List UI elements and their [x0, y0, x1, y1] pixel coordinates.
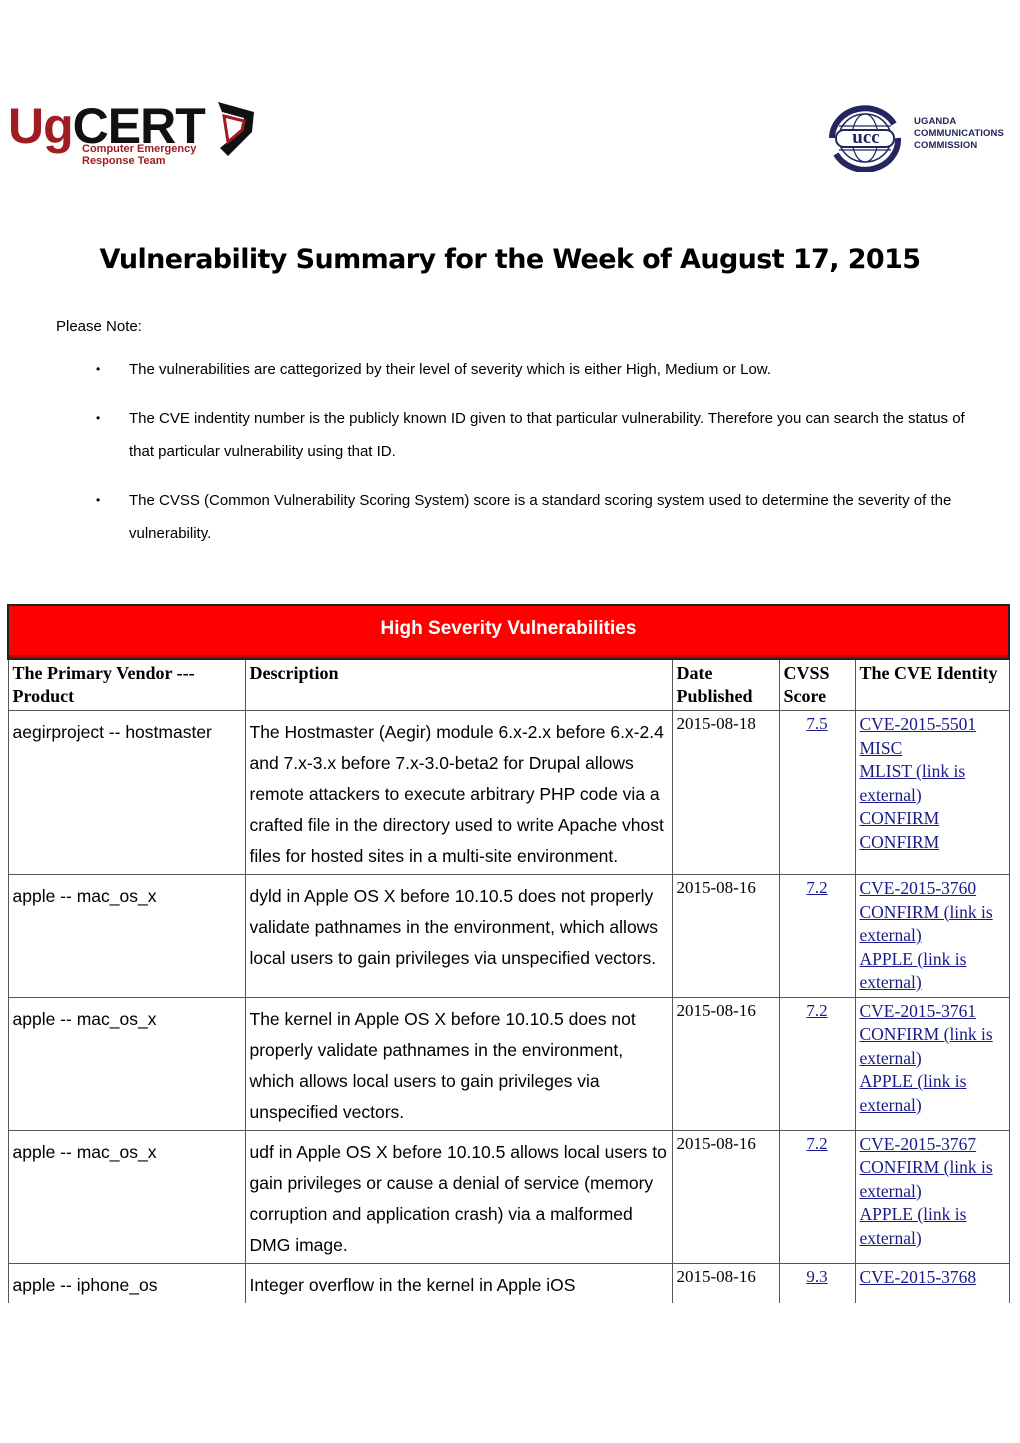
column-header-date: Date Published: [671, 658, 780, 711]
column-header-row: The Primary Vendor --- Product Descripti…: [7, 658, 1010, 711]
vendor-product: apple -- mac_os_x: [7, 1129, 246, 1264]
column-header-vendor: The Primary Vendor --- Product: [7, 658, 246, 711]
page-title: Vulnerability Summary for the Week of Au…: [99, 244, 922, 275]
ucc-wordmark: UGANDA COMMUNICATIONS COMMISSION: [914, 116, 1004, 152]
reference-link[interactable]: CONFIRM (link is external): [860, 1023, 1005, 1070]
reference-link[interactable]: APPLE (link is external): [860, 1070, 1005, 1117]
cvss-score-link[interactable]: 7.2: [806, 878, 827, 897]
note-item: • The vulnerabilities are cattegorized by…: [96, 353, 976, 386]
cvss-score-link[interactable]: 7.5: [806, 714, 827, 733]
cvss-score-link[interactable]: 7.2: [806, 1001, 827, 1020]
cvss-score-link[interactable]: 7.2: [806, 1134, 827, 1153]
ucc-globe-text: ucc: [852, 127, 880, 148]
column-header-score: CVSS Score: [778, 658, 856, 711]
reference-link[interactable]: CONFIRM (link is external): [860, 1156, 1005, 1203]
date-published: 2015-08-18: [671, 710, 780, 875]
vulnerability-table: High Severity Vulnerabilities The Primar…: [7, 604, 1010, 1303]
table-row: apple -- iphone_os Integer overflow in t…: [7, 1262, 1010, 1303]
severity-section-title: High Severity Vulnerabilities: [7, 604, 1010, 660]
description: Integer overflow in the kernel in Apple …: [244, 1262, 673, 1303]
ugcert-logo: UgCERT Computer Emergency Response Team: [8, 96, 258, 176]
note-item: • The CVSS (Common Vulnerability Scoring …: [96, 484, 976, 550]
bullet-icon: •: [96, 493, 101, 507]
cve-identity-cell: CVE-2015-3768: [854, 1262, 1010, 1303]
reference-link[interactable]: APPLE (link is external): [860, 1203, 1005, 1250]
cve-id-link[interactable]: CVE-2015-5501: [860, 713, 1005, 737]
ucc-line-1: UGANDA: [914, 116, 957, 127]
table-row: apple -- mac_os_x dyld in Apple OS X bef…: [7, 874, 1010, 998]
table-row: apple -- mac_os_x The kernel in Apple OS…: [7, 996, 1010, 1131]
date-published: 2015-08-16: [671, 996, 780, 1131]
vendor-product: aegirproject -- hostmaster: [7, 710, 246, 875]
notes-list: • The vulnerabilities are cattegorized by…: [96, 353, 976, 566]
tagline-line-1: Computer Emergency: [82, 143, 197, 155]
reference-link[interactable]: CONFIRM (link is external): [860, 901, 1005, 948]
cve-id-link[interactable]: CVE-2015-3767: [860, 1133, 1005, 1157]
cvss-score-cell: 7.2: [778, 996, 856, 1131]
description: dyld in Apple OS X before 10.10.5 does n…: [244, 874, 673, 998]
cve-identity-cell: CVE-2015-3761 CONFIRM (link is external)…: [854, 996, 1010, 1131]
date-published: 2015-08-16: [671, 1129, 780, 1264]
cvss-score-cell: 7.2: [778, 1129, 856, 1264]
bullet-icon: •: [96, 362, 101, 376]
shield-icon: [218, 102, 254, 156]
vendor-product: apple -- mac_os_x: [7, 996, 246, 1131]
cve-identity-cell: CVE-2015-3767 CONFIRM (link is external)…: [854, 1129, 1010, 1264]
cve-id-link[interactable]: CVE-2015-3760: [860, 877, 1005, 901]
note-text: The CVSS (Common Vulnerability Scoring S…: [129, 492, 952, 542]
reference-link[interactable]: MLIST (link is external): [860, 760, 1005, 807]
table-row: aegirproject -- hostmaster The Hostmaste…: [7, 710, 1010, 875]
column-header-description: Description: [244, 658, 673, 711]
cvss-score-cell: 9.3: [778, 1262, 856, 1303]
column-header-cve: The CVE Identity: [854, 658, 1010, 711]
note-item: • The CVE indentity number is the publicl…: [96, 402, 976, 468]
table-row: apple -- mac_os_x udf in Apple OS X befo…: [7, 1129, 1010, 1264]
cve-identity-cell: CVE-2015-5501 MISC MLIST (link is extern…: [854, 710, 1010, 875]
ucc-line-2: COMMUNICATIONS: [914, 128, 1004, 139]
ucc-logo: ucc UGANDA COMMUNICATIONS COMMISSION: [822, 104, 1020, 174]
cve-id-link[interactable]: CVE-2015-3768: [860, 1266, 1005, 1290]
note-label: Please Note:: [56, 318, 142, 335]
vendor-product: apple -- iphone_os: [7, 1262, 246, 1303]
cve-id-link[interactable]: CVE-2015-3761: [860, 1000, 1005, 1024]
ugcert-tagline: Computer Emergency Response Team: [82, 143, 196, 167]
vendor-product: apple -- mac_os_x: [7, 874, 246, 998]
ucc-line-3: COMMISSION: [914, 140, 978, 151]
reference-link[interactable]: CONFIRM: [860, 831, 1005, 855]
tagline-line-2: Response Team: [82, 155, 166, 167]
brand-prefix: Ug: [8, 98, 74, 154]
date-published: 2015-08-16: [671, 1262, 780, 1303]
cvss-score-cell: 7.5: [778, 710, 856, 875]
reference-link[interactable]: APPLE (link is external): [860, 948, 1005, 995]
cve-identity-cell: CVE-2015-3760 CONFIRM (link is external)…: [854, 874, 1010, 998]
description: udf in Apple OS X before 10.10.5 allows …: [244, 1129, 673, 1264]
severity-header-row: High Severity Vulnerabilities: [7, 604, 1010, 660]
reference-link[interactable]: CONFIRM: [860, 807, 1005, 831]
note-text: The vulnerabilities are cattegorized by …: [129, 361, 771, 378]
description: The kernel in Apple OS X before 10.10.5 …: [244, 996, 673, 1131]
description: The Hostmaster (Aegir) module 6.x-2.x be…: [244, 710, 673, 875]
reference-link[interactable]: MISC: [860, 737, 1005, 761]
bullet-icon: •: [96, 411, 101, 425]
date-published: 2015-08-16: [671, 874, 780, 998]
note-text: The CVE indentity number is the publicly…: [129, 410, 965, 460]
cvss-score-cell: 7.2: [778, 874, 856, 998]
cvss-score-link[interactable]: 9.3: [806, 1267, 827, 1286]
